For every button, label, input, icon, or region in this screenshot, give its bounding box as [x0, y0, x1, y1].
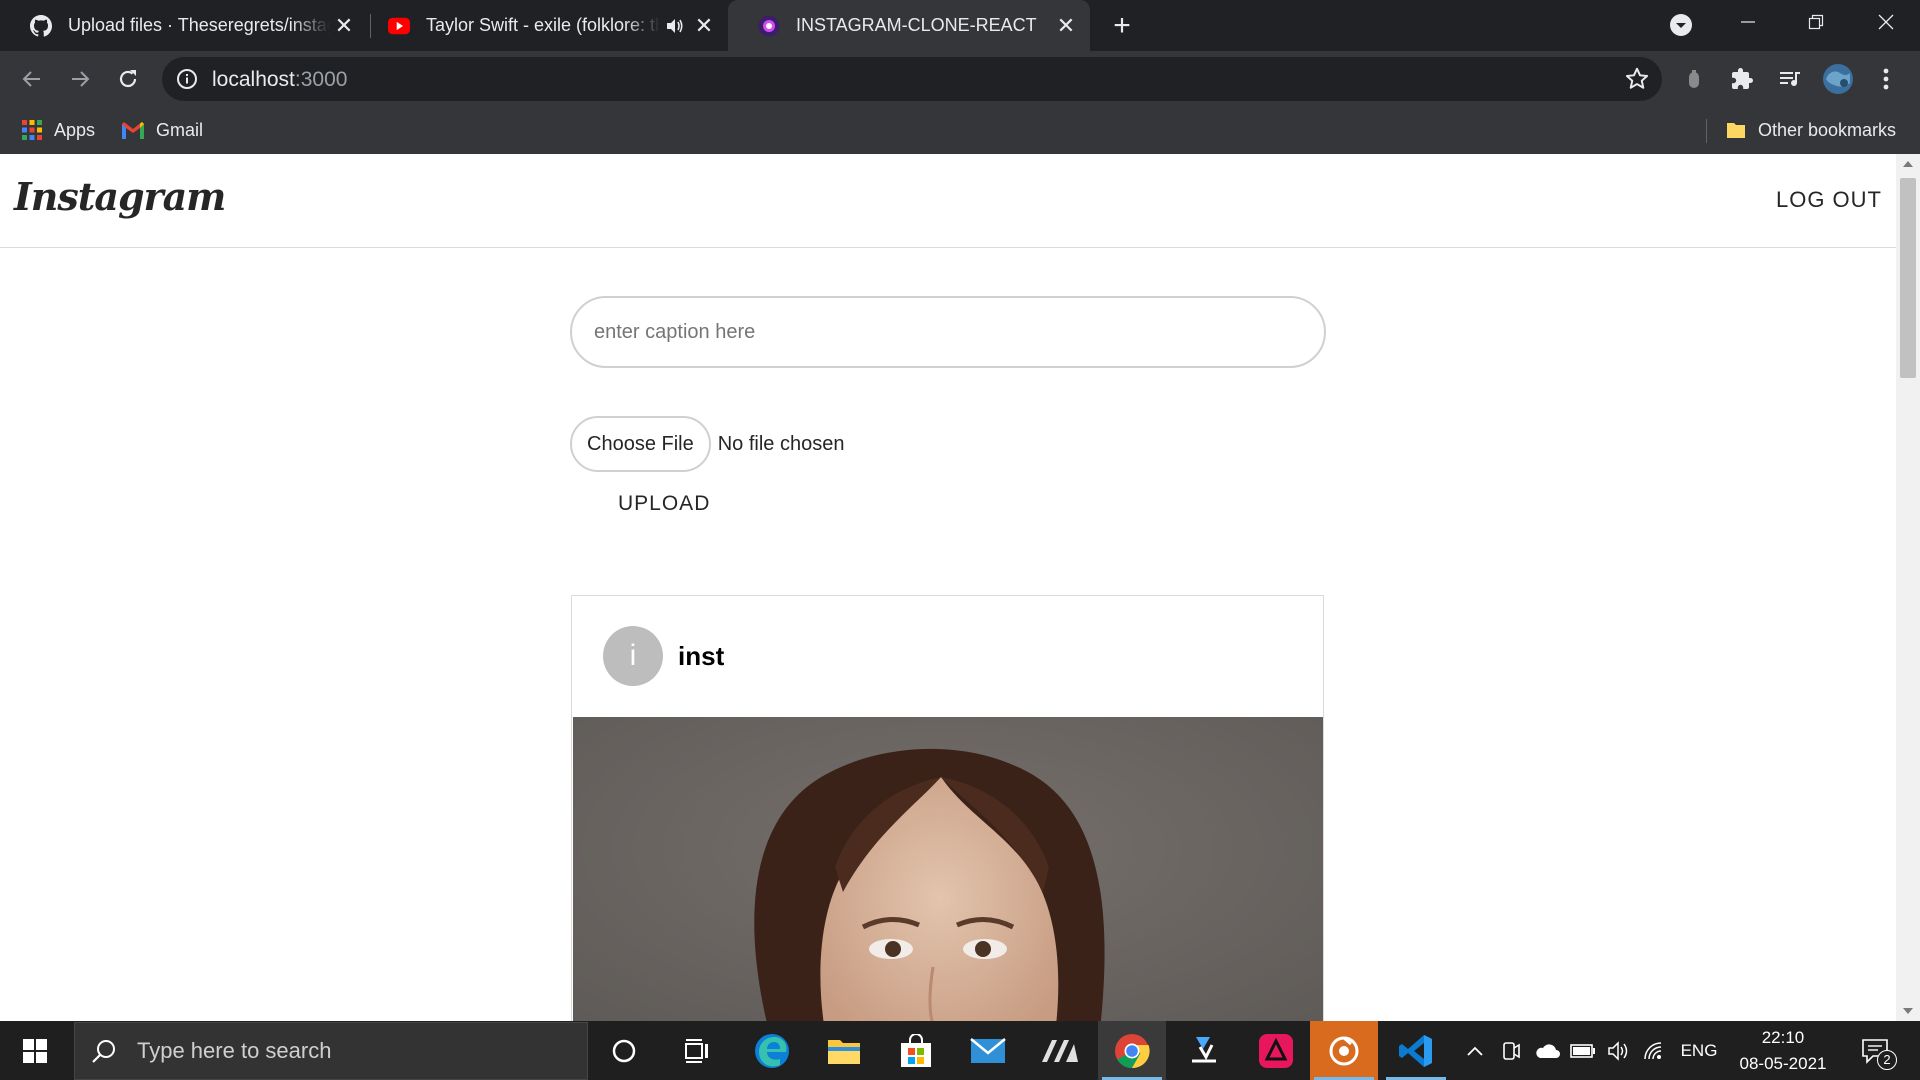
close-tab-icon[interactable]: ✕: [690, 12, 718, 40]
avatar[interactable]: i: [603, 626, 663, 686]
url-port: :3000: [294, 68, 348, 91]
reload-button[interactable]: [110, 61, 146, 97]
tab-instagram-clone[interactable]: INSTAGRAM-CLONE-REACT ✕: [728, 0, 1090, 51]
notification-center-button[interactable]: 2: [1850, 1021, 1900, 1080]
upload-button[interactable]: UPLOAD: [604, 484, 724, 524]
audio-playing-icon[interactable]: [666, 18, 684, 34]
scroll-down-icon[interactable]: [1896, 1001, 1920, 1021]
close-window-button[interactable]: [1852, 0, 1920, 44]
app-icon[interactable]: [1170, 1021, 1238, 1080]
youtube-icon: [388, 15, 410, 37]
instagram-logo: Instagram: [14, 174, 226, 219]
extension-icon[interactable]: [1676, 61, 1712, 97]
bookmark-label: Gmail: [156, 119, 204, 140]
back-button[interactable]: [14, 61, 50, 97]
search-icon: [91, 1038, 117, 1064]
page-scrollbar[interactable]: [1896, 154, 1920, 1021]
bookmark-apps[interactable]: Apps: [22, 117, 95, 143]
tab-search-button[interactable]: [1668, 12, 1694, 38]
post-image: [573, 717, 1323, 1021]
tab-github-upload[interactable]: Upload files · Theseregrets/instagram ✕: [0, 0, 368, 51]
media-control-icon[interactable]: [1772, 61, 1808, 97]
bookmarks-bar: Apps Gmail Other bookmarks: [0, 107, 1920, 154]
taskbar-search-box[interactable]: Type here to search: [74, 1022, 588, 1080]
app-header: Instagram LOG OUT: [0, 154, 1896, 248]
post-username[interactable]: inst: [678, 641, 724, 672]
app-icon[interactable]: [1310, 1021, 1378, 1080]
post-header: i inst: [572, 596, 1323, 716]
clock-time: 22:10: [1761, 1027, 1805, 1047]
chrome-icon[interactable]: [1098, 1021, 1166, 1080]
scrollbar-thumb[interactable]: [1900, 178, 1916, 378]
portrait-photo: [573, 717, 1323, 1021]
react-icon: [758, 15, 780, 37]
other-bookmarks-label: Other bookmarks: [1758, 119, 1897, 140]
language-indicator[interactable]: ENG: [1676, 1021, 1722, 1080]
extensions-puzzle-icon[interactable]: [1724, 61, 1760, 97]
url-host: localhost: [212, 68, 295, 91]
onedrive-icon[interactable]: [1530, 1021, 1564, 1080]
notification-count-badge: 2: [1877, 1049, 1897, 1070]
folder-icon: [1726, 120, 1746, 140]
url-text: localhost:3000: [212, 68, 347, 92]
file-status-text: No file chosen: [717, 432, 845, 455]
other-bookmarks[interactable]: Other bookmarks: [1726, 117, 1896, 143]
browser-toolbar: localhost:3000: [0, 51, 1920, 107]
search-placeholder: Type here to search: [137, 1038, 332, 1063]
windows-logo-icon: [23, 1038, 47, 1063]
mail-icon[interactable]: [954, 1021, 1022, 1080]
bookmarks-divider: [1706, 119, 1707, 143]
close-tab-icon[interactable]: ✕: [330, 12, 358, 40]
address-bar[interactable]: localhost:3000: [162, 57, 1662, 101]
clock[interactable]: 22:10 08-05-2021: [1728, 1021, 1838, 1080]
bookmark-gmail[interactable]: Gmail: [122, 117, 203, 143]
cortana-icon[interactable]: [590, 1021, 658, 1080]
tab-title: Taylor Swift - exile (folklore: the long…: [426, 15, 660, 35]
logout-button[interactable]: LOG OUT: [1762, 180, 1896, 220]
meet-now-icon[interactable]: [1494, 1021, 1528, 1080]
tab-youtube-exile[interactable]: Taylor Swift - exile (folklore: the long…: [358, 0, 728, 51]
notification-icon: 2: [1861, 1038, 1897, 1070]
restore-button[interactable]: [1782, 0, 1850, 44]
scroll-up-icon[interactable]: [1896, 154, 1920, 174]
clock-date: 08-05-2021: [1739, 1053, 1827, 1073]
edge-icon[interactable]: [738, 1021, 806, 1080]
page-viewport: Instagram LOG OUT Choose File No file ch…: [0, 154, 1920, 1021]
wifi-icon[interactable]: [1638, 1021, 1672, 1080]
task-view-icon[interactable]: [662, 1021, 730, 1080]
tab-title: INSTAGRAM-CLONE-REACT: [796, 15, 1037, 35]
tab-title: Upload files · Theseregrets/instagram: [68, 15, 330, 35]
gmail-icon: [122, 121, 144, 139]
file-explorer-icon[interactable]: [810, 1021, 878, 1080]
browser-menu-icon[interactable]: [1868, 61, 1904, 97]
windows-taskbar: Type here to search ENG 22:10 08-05-2021…: [0, 1021, 1920, 1080]
post-card: i inst: [571, 595, 1324, 1021]
app-icon[interactable]: [1026, 1021, 1094, 1080]
close-tab-icon[interactable]: ✕: [1052, 12, 1080, 40]
battery-icon[interactable]: [1566, 1021, 1600, 1080]
github-icon: [30, 14, 52, 37]
vscode-icon[interactable]: [1382, 1021, 1450, 1080]
store-icon[interactable]: [882, 1021, 950, 1080]
caption-input[interactable]: [570, 296, 1326, 368]
app-icon[interactable]: [1242, 1021, 1310, 1080]
show-hidden-icons[interactable]: [1460, 1021, 1490, 1080]
tab-strip: Upload files · Theseregrets/instagram ✕ …: [0, 0, 1920, 51]
file-input[interactable]: Choose File No file chosen: [570, 416, 844, 472]
bookmark-label: Apps: [54, 119, 96, 140]
apps-grid-icon: [22, 120, 42, 140]
site-info-icon[interactable]: [176, 68, 198, 90]
new-tab-button[interactable]: +: [1106, 9, 1138, 42]
minimize-button[interactable]: [1714, 0, 1782, 44]
forward-button[interactable]: [62, 61, 98, 97]
profile-avatar[interactable]: [1820, 61, 1856, 97]
bookmark-star-icon[interactable]: [1624, 66, 1650, 92]
choose-file-button[interactable]: Choose File: [570, 416, 711, 472]
start-button[interactable]: [0, 1021, 70, 1080]
volume-icon[interactable]: [1602, 1021, 1636, 1080]
